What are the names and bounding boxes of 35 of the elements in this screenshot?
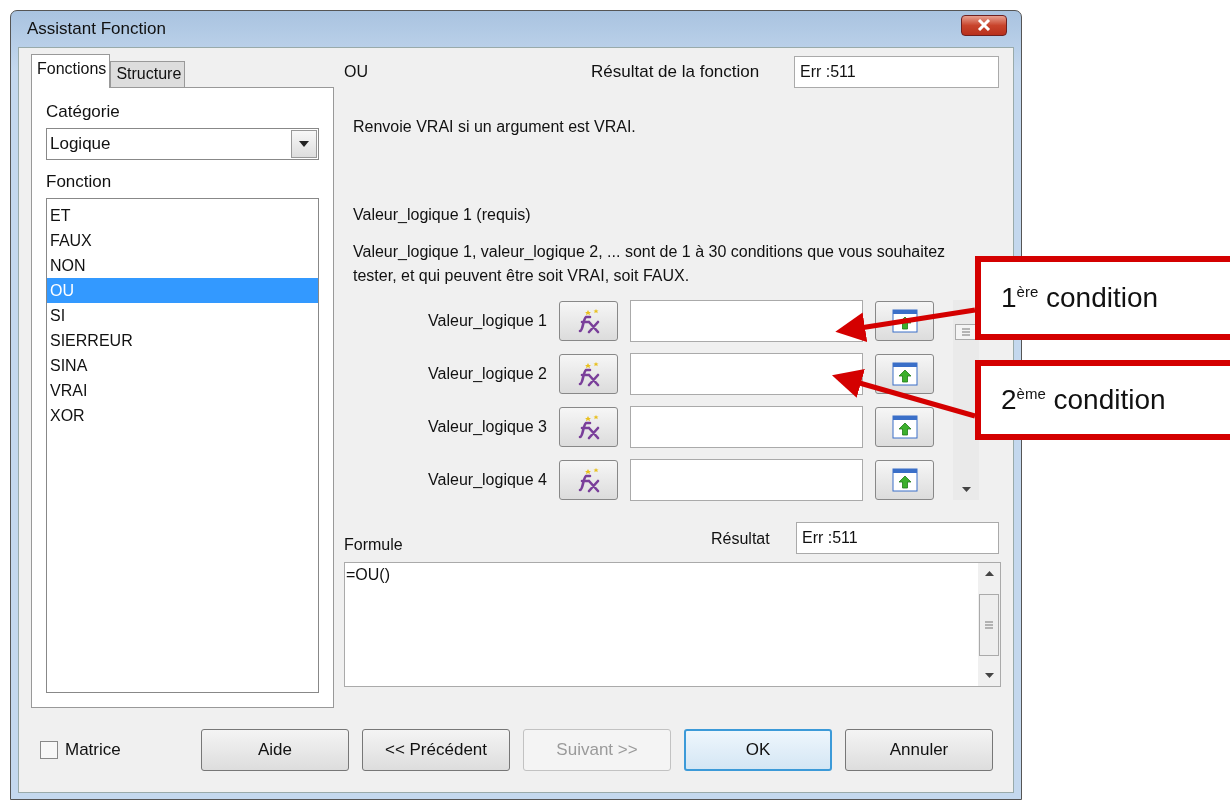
formula-label: Formule bbox=[344, 536, 404, 554]
function-list-item[interactable]: SIERREUR bbox=[47, 328, 318, 353]
result-label: Résultat bbox=[711, 530, 771, 549]
window-title: Assistant Fonction bbox=[27, 19, 166, 39]
argument-help: Valeur_logique 1, valeur_logique 2, ... sont de 1 à 30 conditions que vous souhaitez tester, et qui peuvent être soit VRAI, soit FAUX. bbox=[353, 242, 947, 286]
matrix-label: Matrice bbox=[65, 740, 121, 760]
argument-label: Valeur_logique 1 bbox=[427, 312, 547, 330]
formula-editor[interactable]: =OU() bbox=[344, 562, 1001, 687]
function-list-item[interactable]: ET bbox=[47, 203, 318, 228]
argument-label: Valeur_logique 4 bbox=[427, 471, 547, 489]
tab[interactable]: Fonctions bbox=[31, 54, 111, 88]
function-result-field[interactable]: Err :511 bbox=[794, 56, 999, 88]
dialog-button[interactable]: << Précédent bbox=[362, 729, 510, 771]
dialog-button[interactable]: Annuler bbox=[845, 729, 993, 771]
function-list-item[interactable]: SINA bbox=[47, 353, 318, 378]
category-label: Catégorie bbox=[46, 102, 121, 122]
function-label: Fonction bbox=[46, 172, 113, 192]
function-list-item[interactable]: VRAI bbox=[47, 378, 318, 403]
function-list-item[interactable]: SI bbox=[47, 303, 318, 328]
result-field[interactable]: Err :511 bbox=[796, 522, 999, 554]
function-list-item[interactable]: FAUX bbox=[47, 228, 318, 253]
argument-label: Valeur_logique 2 bbox=[427, 365, 547, 383]
function-list-item[interactable]: NON bbox=[47, 253, 318, 278]
function-list-item[interactable]: XOR bbox=[47, 403, 318, 428]
function-result-label: Résultat de la fonction bbox=[591, 62, 761, 82]
function-name: OU bbox=[344, 63, 369, 81]
argument-title: Valeur_logique 1 (requis) bbox=[353, 206, 532, 224]
dialog-button[interactable]: Aide bbox=[201, 729, 349, 771]
category-dropdown[interactable]: Logique bbox=[46, 128, 319, 160]
argument-label: Valeur_logique 3 bbox=[427, 418, 547, 436]
function-description: Renvoie VRAI si un argument est VRAI. bbox=[353, 118, 637, 137]
callout-text: 2$^{ème}$ condition bbox=[1001, 384, 1166, 416]
callout-text: 1$^{ère}$ condition bbox=[1001, 282, 1159, 314]
dialog-button[interactable]: OK bbox=[684, 729, 832, 771]
tab[interactable]: Structure bbox=[110, 61, 186, 87]
